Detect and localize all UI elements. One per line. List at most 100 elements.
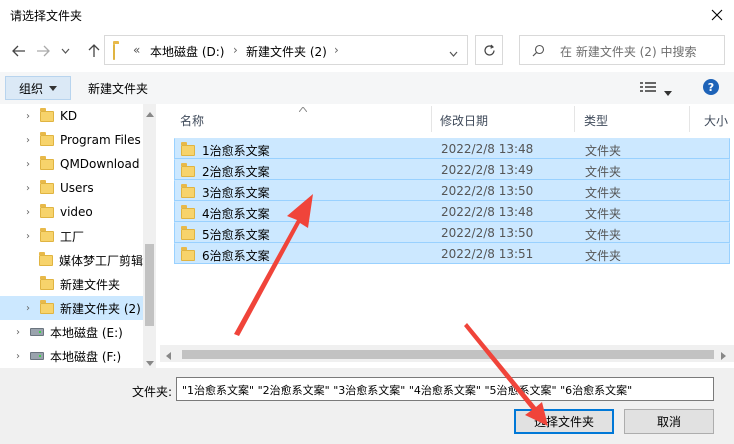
chevron-right-icon[interactable]: › — [16, 159, 40, 170]
folder-icon — [181, 184, 195, 198]
file-name: 5治愈系文案 — [202, 228, 270, 242]
file-row[interactable]: 5治愈系文案 2022/2/8 13:50 文件夹 — [174, 222, 730, 243]
nav-item-label: 新建文件夹 — [60, 277, 121, 292]
file-modified: 2022/2/8 13:49 — [441, 163, 534, 177]
breadcrumb-item[interactable]: 新建文件夹 (2) — [246, 43, 327, 60]
chevron-right-icon[interactable]: › — [16, 231, 40, 242]
nav-item-new-folder-2[interactable]: › 新建文件夹 (2) — [0, 296, 143, 320]
recent-locations-button[interactable] — [54, 40, 76, 62]
scroll-down-icon[interactable] — [146, 355, 154, 369]
caret-down-icon — [664, 91, 672, 96]
file-name: 3治愈系文案 — [202, 186, 270, 200]
view-options-dropdown[interactable] — [664, 85, 672, 99]
file-type: 文件夹 — [585, 186, 622, 200]
nav-item-drive-f[interactable]: › 本地磁盘 (F:) — [0, 344, 143, 368]
nav-item-factory[interactable]: › 工厂 — [0, 224, 143, 248]
folder-icon — [181, 163, 195, 177]
title-bar: 请选择文件夹 — [0, 0, 734, 30]
cancel-button[interactable]: 取消 — [624, 409, 714, 434]
file-row[interactable]: 2治愈系文案 2022/2/8 13:49 文件夹 — [174, 159, 730, 180]
nav-item-kd[interactable]: › KD — [0, 104, 143, 128]
nav-item-program-files[interactable]: › Program Files — [0, 128, 143, 152]
nav-item-label: KD — [60, 109, 78, 123]
refresh-icon — [483, 44, 495, 56]
file-modified: 2022/2/8 13:50 — [441, 226, 534, 240]
help-icon[interactable]: ? — [703, 79, 719, 95]
file-name: 1治愈系文案 — [202, 144, 270, 158]
file-modified: 2022/2/8 13:48 — [441, 205, 534, 219]
file-row[interactable]: 1治愈系文案 2022/2/8 13:48 文件夹 — [174, 138, 730, 159]
close-button[interactable] — [700, 2, 734, 28]
folder-icon — [181, 226, 195, 240]
up-button[interactable] — [83, 40, 105, 62]
search-icon — [532, 44, 545, 57]
nav-item-label: 新建文件夹 (2) — [60, 301, 141, 316]
scroll-right-icon[interactable] — [721, 349, 726, 363]
nav-item-drive-e[interactable]: › 本地磁盘 (E:) — [0, 320, 143, 344]
nav-item-media-editor[interactable]: 媒体梦工厂剪辑 — [0, 248, 143, 272]
arrow-right-icon — [37, 45, 50, 57]
folder-field-label: 文件夹: — [132, 385, 173, 399]
column-header-name[interactable]: 名称 — [180, 112, 204, 129]
chevron-right-icon[interactable]: › — [16, 207, 40, 218]
nav-scrollbar-thumb[interactable] — [145, 244, 154, 326]
breadcrumb-overflow[interactable]: « — [133, 43, 140, 57]
new-folder-button[interactable]: 新建文件夹 — [88, 80, 148, 97]
file-type: 文件夹 — [585, 207, 622, 221]
folder-icon — [40, 275, 54, 290]
file-row[interactable]: 6治愈系文案 2022/2/8 13:51 文件夹 — [174, 243, 730, 264]
file-modified: 2022/2/8 13:51 — [441, 247, 534, 261]
chevron-right-icon[interactable]: › — [6, 351, 30, 362]
chevron-right-icon[interactable]: › — [16, 183, 40, 194]
column-header-modified[interactable]: 修改日期 — [440, 112, 488, 129]
nav-item-label: Program Files — [60, 133, 141, 147]
arrow-up-icon — [88, 44, 100, 57]
window-title: 请选择文件夹 — [10, 9, 83, 23]
chevron-right-icon[interactable]: › — [16, 135, 40, 146]
chevron-right-icon[interactable]: › — [6, 327, 30, 338]
column-headers: 名称 修改日期 类型 大小 — [165, 104, 734, 134]
folder-icon — [40, 179, 54, 194]
nav-item-label: 媒体梦工厂剪辑 — [58, 253, 143, 268]
navigation-pane: › KD › Program Files › QMDownload › User… — [0, 104, 156, 368]
chevron-right-icon[interactable]: › — [16, 111, 40, 122]
breadcrumb-item[interactable]: 本地磁盘 (D:) — [150, 43, 224, 60]
organize-button[interactable]: 组织 — [5, 76, 71, 100]
horizontal-scrollbar-thumb[interactable] — [182, 350, 714, 359]
nav-scrollbar[interactable] — [143, 104, 156, 368]
file-type: 文件夹 — [585, 249, 622, 263]
scroll-up-icon[interactable] — [146, 106, 154, 120]
select-folder-button[interactable]: 选择文件夹 — [514, 409, 614, 434]
folder-input[interactable]: "1治愈系文案" "2治愈系文案" "3治愈系文案" "4治愈系文案" "5治愈… — [176, 377, 714, 401]
file-name: 6治愈系文案 — [202, 249, 270, 263]
column-header-size[interactable]: 大小 — [704, 112, 728, 129]
file-name: 2治愈系文案 — [202, 165, 270, 179]
back-button[interactable] — [8, 40, 30, 62]
refresh-button[interactable] — [475, 35, 503, 65]
folder-icon — [181, 142, 195, 156]
sort-ascending-icon — [298, 101, 308, 115]
search-box[interactable]: 在 新建文件夹 (2) 中搜索 — [519, 35, 725, 65]
file-row[interactable]: 4治愈系文案 2022/2/8 13:48 文件夹 — [174, 201, 730, 222]
scroll-left-icon[interactable] — [166, 349, 171, 363]
forward-button[interactable] — [32, 40, 54, 62]
address-dropdown-button[interactable] — [449, 46, 458, 60]
column-header-type[interactable]: 类型 — [584, 112, 608, 129]
details-view-icon — [640, 82, 656, 92]
file-row[interactable]: 3治愈系文案 2022/2/8 13:50 文件夹 — [174, 180, 730, 201]
nav-item-new-folder[interactable]: 新建文件夹 — [0, 272, 143, 296]
caret-down-icon — [49, 85, 57, 91]
view-options-button[interactable] — [640, 81, 656, 96]
breadcrumb-separator-icon[interactable]: › — [233, 43, 238, 57]
breadcrumb-separator-icon[interactable]: › — [334, 43, 339, 57]
search-placeholder: 在 新建文件夹 (2) 中搜索 — [560, 45, 697, 59]
drive-icon — [30, 328, 44, 336]
nav-item-users[interactable]: › Users — [0, 176, 143, 200]
chevron-right-icon[interactable]: › — [16, 303, 40, 314]
folder-icon — [40, 299, 54, 314]
chevron-down-icon — [61, 48, 69, 54]
address-bar[interactable]: « 本地磁盘 (D:) › 新建文件夹 (2) › — [104, 35, 468, 65]
nav-item-label: 本地磁盘 (F:) — [50, 349, 122, 364]
nav-item-qmdownload[interactable]: › QMDownload — [0, 152, 143, 176]
nav-item-video[interactable]: › video — [0, 200, 143, 224]
